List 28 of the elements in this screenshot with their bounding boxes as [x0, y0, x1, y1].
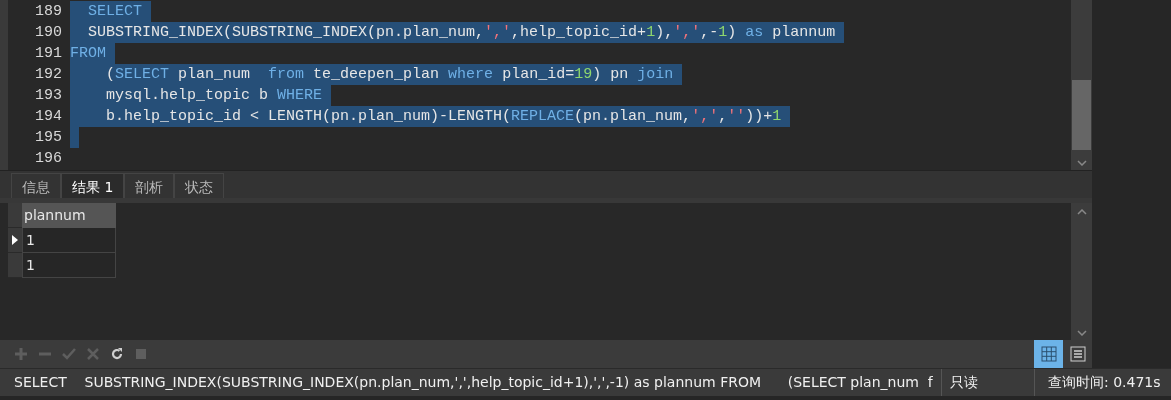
tab[interactable]: 信息 — [11, 173, 61, 198]
scrollbar[interactable] — [1071, 203, 1092, 340]
table-cell: 1 — [22, 228, 116, 253]
line-number: 195 — [35, 128, 62, 148]
scroll-up-icon[interactable] — [1076, 209, 1087, 215]
grid-view-button[interactable] — [1034, 340, 1063, 368]
form-icon — [1069, 346, 1086, 362]
scroll-down-icon[interactable] — [1076, 330, 1087, 336]
line-number: 196 — [35, 149, 62, 169]
line-number: 192 — [35, 65, 62, 85]
line-number: 191 — [35, 44, 62, 64]
status-sql-text: SELECT SUBSTRING_INDEX(SUBSTRING_INDEX(pn.plan_num,',',help_topic_id+1),',',-1) as plannum FROM (SELECT plan_num f — [0, 369, 942, 396]
status-mode: 只读 — [942, 369, 1035, 396]
scroll-down-icon[interactable] — [1076, 160, 1087, 166]
status-query-time: 查询时间: 0.471s — [1047, 373, 1161, 392]
line-number: 194 — [35, 107, 62, 127]
scrollbar[interactable] — [1071, 0, 1092, 170]
tab[interactable]: 结果 1 — [61, 173, 125, 198]
tab[interactable]: 剖析 — [124, 173, 175, 198]
grid-icon — [1040, 346, 1057, 362]
line-number: 190 — [35, 23, 62, 43]
tab[interactable]: 状态 — [174, 173, 225, 198]
table-cell: 1 — [22, 253, 116, 278]
line-number: 193 — [35, 86, 62, 106]
refresh-icon[interactable] — [110, 347, 124, 361]
column-header[interactable]: plannum — [22, 203, 116, 228]
line-number: 189 — [35, 2, 62, 22]
row-header[interactable] — [8, 228, 22, 253]
